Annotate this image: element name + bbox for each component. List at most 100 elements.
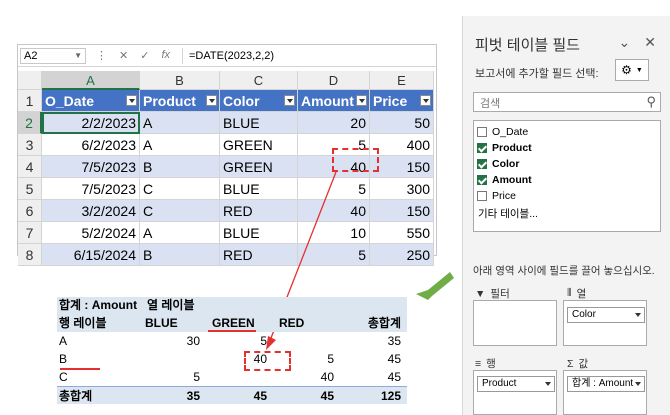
amount-field-chip[interactable]: 합계 : Amount bbox=[567, 376, 645, 392]
cell[interactable]: 5 bbox=[298, 244, 370, 266]
pivot-cell[interactable]: 5 bbox=[137, 368, 204, 386]
cell[interactable]: 2/2/2023 bbox=[42, 112, 140, 134]
cell[interactable]: 6/15/2024 bbox=[42, 244, 140, 266]
checkbox[interactable] bbox=[477, 159, 487, 169]
field-search-input[interactable]: 검색 ⚲ bbox=[473, 92, 661, 112]
select-all-corner[interactable] bbox=[18, 71, 42, 90]
row-header[interactable]: 7 bbox=[18, 222, 42, 244]
cell[interactable]: B bbox=[140, 156, 220, 178]
cell[interactable]: 5/2/2024 bbox=[42, 222, 140, 244]
cell[interactable]: 150 bbox=[370, 200, 434, 222]
cell[interactable]: 400 bbox=[370, 134, 434, 156]
field-item[interactable]: Amount bbox=[477, 172, 657, 188]
field-item[interactable]: O_Date bbox=[477, 124, 657, 140]
more-tables-link[interactable]: 기타 테이블... bbox=[477, 206, 657, 221]
checkbox[interactable] bbox=[477, 143, 487, 153]
filter-dropdown-icon[interactable] bbox=[126, 95, 137, 106]
cell[interactable]: BLUE bbox=[220, 112, 298, 134]
filter-dropdown-icon[interactable] bbox=[420, 95, 431, 106]
pivot-cell[interactable]: 30 bbox=[137, 332, 204, 350]
field-item[interactable]: Product bbox=[477, 140, 657, 156]
field-item[interactable]: Price bbox=[477, 188, 657, 204]
pivot-total-cell[interactable]: 35 bbox=[137, 387, 204, 404]
header-cell[interactable]: O_Date bbox=[42, 90, 140, 112]
cell[interactable]: A bbox=[140, 134, 220, 156]
pivot-total-cell[interactable]: 125 bbox=[338, 387, 405, 404]
row-header[interactable]: 3 bbox=[18, 134, 42, 156]
cell[interactable]: 3/2/2024 bbox=[42, 200, 140, 222]
header-cell[interactable]: Amount bbox=[298, 90, 370, 112]
pivot-cell[interactable] bbox=[271, 332, 338, 350]
cell[interactable]: C bbox=[140, 178, 220, 200]
formula-input[interactable]: =DATE(2023,2,2) bbox=[182, 47, 274, 64]
chevron-down-icon[interactable]: ⌄ bbox=[619, 34, 631, 51]
row-labels-label[interactable]: 행 레이블 bbox=[57, 314, 137, 332]
cell[interactable]: RED bbox=[220, 200, 298, 222]
color-field-chip[interactable]: Color bbox=[567, 307, 645, 323]
pivot-cell[interactable]: 45 bbox=[338, 368, 405, 386]
column-header[interactable]: E bbox=[370, 71, 434, 90]
pivot-row-label[interactable]: A bbox=[57, 332, 137, 350]
filter-dropdown-icon[interactable] bbox=[284, 95, 295, 106]
cell[interactable]: 50 bbox=[370, 112, 434, 134]
cell[interactable]: 7/5/2023 bbox=[42, 178, 140, 200]
pivot-col-header[interactable]: BLUE bbox=[137, 314, 204, 332]
header-cell[interactable]: Color bbox=[220, 90, 298, 112]
filter-area[interactable] bbox=[473, 300, 557, 346]
cancel-icon[interactable]: ✕ bbox=[119, 49, 128, 62]
enter-icon[interactable]: ✓ bbox=[140, 49, 149, 62]
pivot-total-cell[interactable]: 45 bbox=[204, 387, 271, 404]
cell[interactable]: A bbox=[140, 222, 220, 244]
pivot-col-header[interactable]: RED bbox=[271, 314, 338, 332]
column-header[interactable]: C bbox=[220, 71, 298, 90]
pivot-row-label[interactable]: B bbox=[57, 350, 137, 368]
row-header[interactable]: 2 bbox=[18, 112, 42, 134]
cell[interactable]: 300 bbox=[370, 178, 434, 200]
cell[interactable]: GREEN bbox=[220, 156, 298, 178]
filter-dropdown-icon[interactable] bbox=[356, 95, 367, 106]
pivot-cell[interactable] bbox=[137, 350, 204, 368]
checkbox[interactable] bbox=[477, 191, 487, 201]
pivot-cell[interactable]: 35 bbox=[338, 332, 405, 350]
header-cell[interactable]: Product bbox=[140, 90, 220, 112]
cell[interactable]: 5 bbox=[298, 178, 370, 200]
row-header[interactable]: 1 bbox=[18, 90, 42, 112]
row-header[interactable]: 4 bbox=[18, 156, 42, 178]
column-header[interactable]: B bbox=[140, 71, 220, 90]
close-icon[interactable]: ✕ bbox=[644, 34, 656, 51]
row-header[interactable]: 5 bbox=[18, 178, 42, 200]
cell[interactable]: B bbox=[140, 244, 220, 266]
cell[interactable]: RED bbox=[220, 244, 298, 266]
insert-function-icon[interactable]: fx bbox=[161, 49, 170, 62]
header-cell[interactable]: Price bbox=[370, 90, 434, 112]
row-header[interactable]: 6 bbox=[18, 200, 42, 222]
checkbox[interactable] bbox=[477, 127, 487, 137]
pivot-total-cell[interactable]: 45 bbox=[271, 387, 338, 404]
pivot-cell[interactable]: 45 bbox=[338, 350, 405, 368]
column-header[interactable]: A bbox=[42, 71, 140, 90]
pivot-cell[interactable]: 5 bbox=[204, 332, 271, 350]
grand-total-label[interactable]: 총합계 bbox=[57, 387, 137, 404]
cell[interactable]: BLUE bbox=[220, 222, 298, 244]
cell[interactable]: 6/2/2023 bbox=[42, 134, 140, 156]
row-header[interactable]: 8 bbox=[18, 244, 42, 266]
value-field-label[interactable]: 합계 : Amount bbox=[57, 297, 145, 314]
cell[interactable]: GREEN bbox=[220, 134, 298, 156]
cell[interactable]: 250 bbox=[370, 244, 434, 266]
field-item[interactable]: Color bbox=[477, 156, 657, 172]
tools-button[interactable]: ⚙ ▼ bbox=[615, 59, 649, 81]
checkbox[interactable] bbox=[477, 175, 487, 185]
column-header[interactable]: D bbox=[298, 71, 370, 90]
cell[interactable]: 550 bbox=[370, 222, 434, 244]
pivot-row-label[interactable]: C bbox=[57, 368, 137, 386]
cell[interactable]: A bbox=[140, 112, 220, 134]
cell[interactable]: 20 bbox=[298, 112, 370, 134]
cell[interactable]: 150 bbox=[370, 156, 434, 178]
product-field-chip[interactable]: Product bbox=[477, 376, 555, 392]
cell[interactable]: BLUE bbox=[220, 178, 298, 200]
name-box[interactable]: A2 ▼ bbox=[20, 47, 86, 64]
pivot-col-header[interactable]: 총합계 bbox=[338, 314, 405, 332]
chevron-down-icon[interactable]: ▼ bbox=[74, 51, 82, 60]
column-labels-label[interactable]: 열 레이블 bbox=[145, 297, 195, 314]
filter-dropdown-icon[interactable] bbox=[206, 95, 217, 106]
